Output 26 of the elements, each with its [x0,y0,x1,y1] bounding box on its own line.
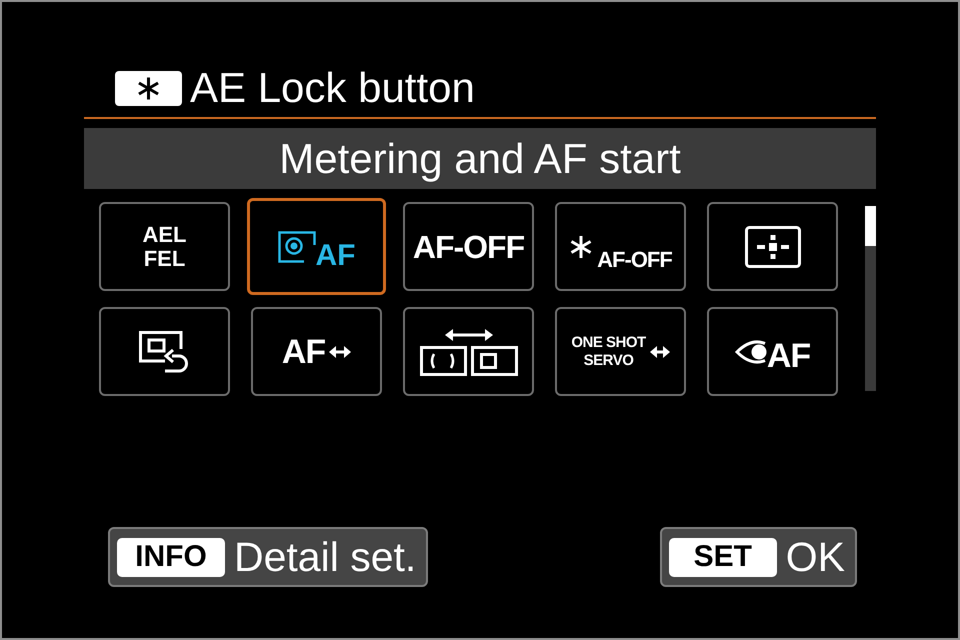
function-name-bar: Metering and AF start [84,128,876,189]
scrollbar-thumb [865,206,876,246]
double-arrow-icon [329,344,352,358]
footer-button[interactable]: SET OK [660,527,857,587]
function-option[interactable]: AF [247,198,386,295]
function-option[interactable] [403,307,534,396]
playback-icon [138,330,190,372]
function-option[interactable]: AF-OFF [555,202,686,291]
function-option[interactable]: AF-OFF [403,202,534,291]
focus-frame-icon [744,226,800,268]
function-option[interactable]: AF [707,307,838,396]
function-option[interactable]: AEL FEL [99,202,230,291]
area-switch-icon [420,328,518,376]
key-label: INFO [117,538,225,576]
asterisk-icon [569,234,594,258]
asterisk-key-icon [115,70,182,106]
double-arrow-icon [650,344,670,358]
metering-frame-icon [278,230,316,262]
key-label: SET [668,538,777,576]
function-option[interactable] [707,202,838,291]
eye-icon [734,338,769,364]
footer-button[interactable]: INFO Detail set. [108,527,428,587]
function-option[interactable] [99,307,230,396]
function-option[interactable]: ONE SHOT SERVO [555,307,686,396]
function-option[interactable]: AF [251,307,382,396]
menu-title: AE Lock button [190,64,475,112]
